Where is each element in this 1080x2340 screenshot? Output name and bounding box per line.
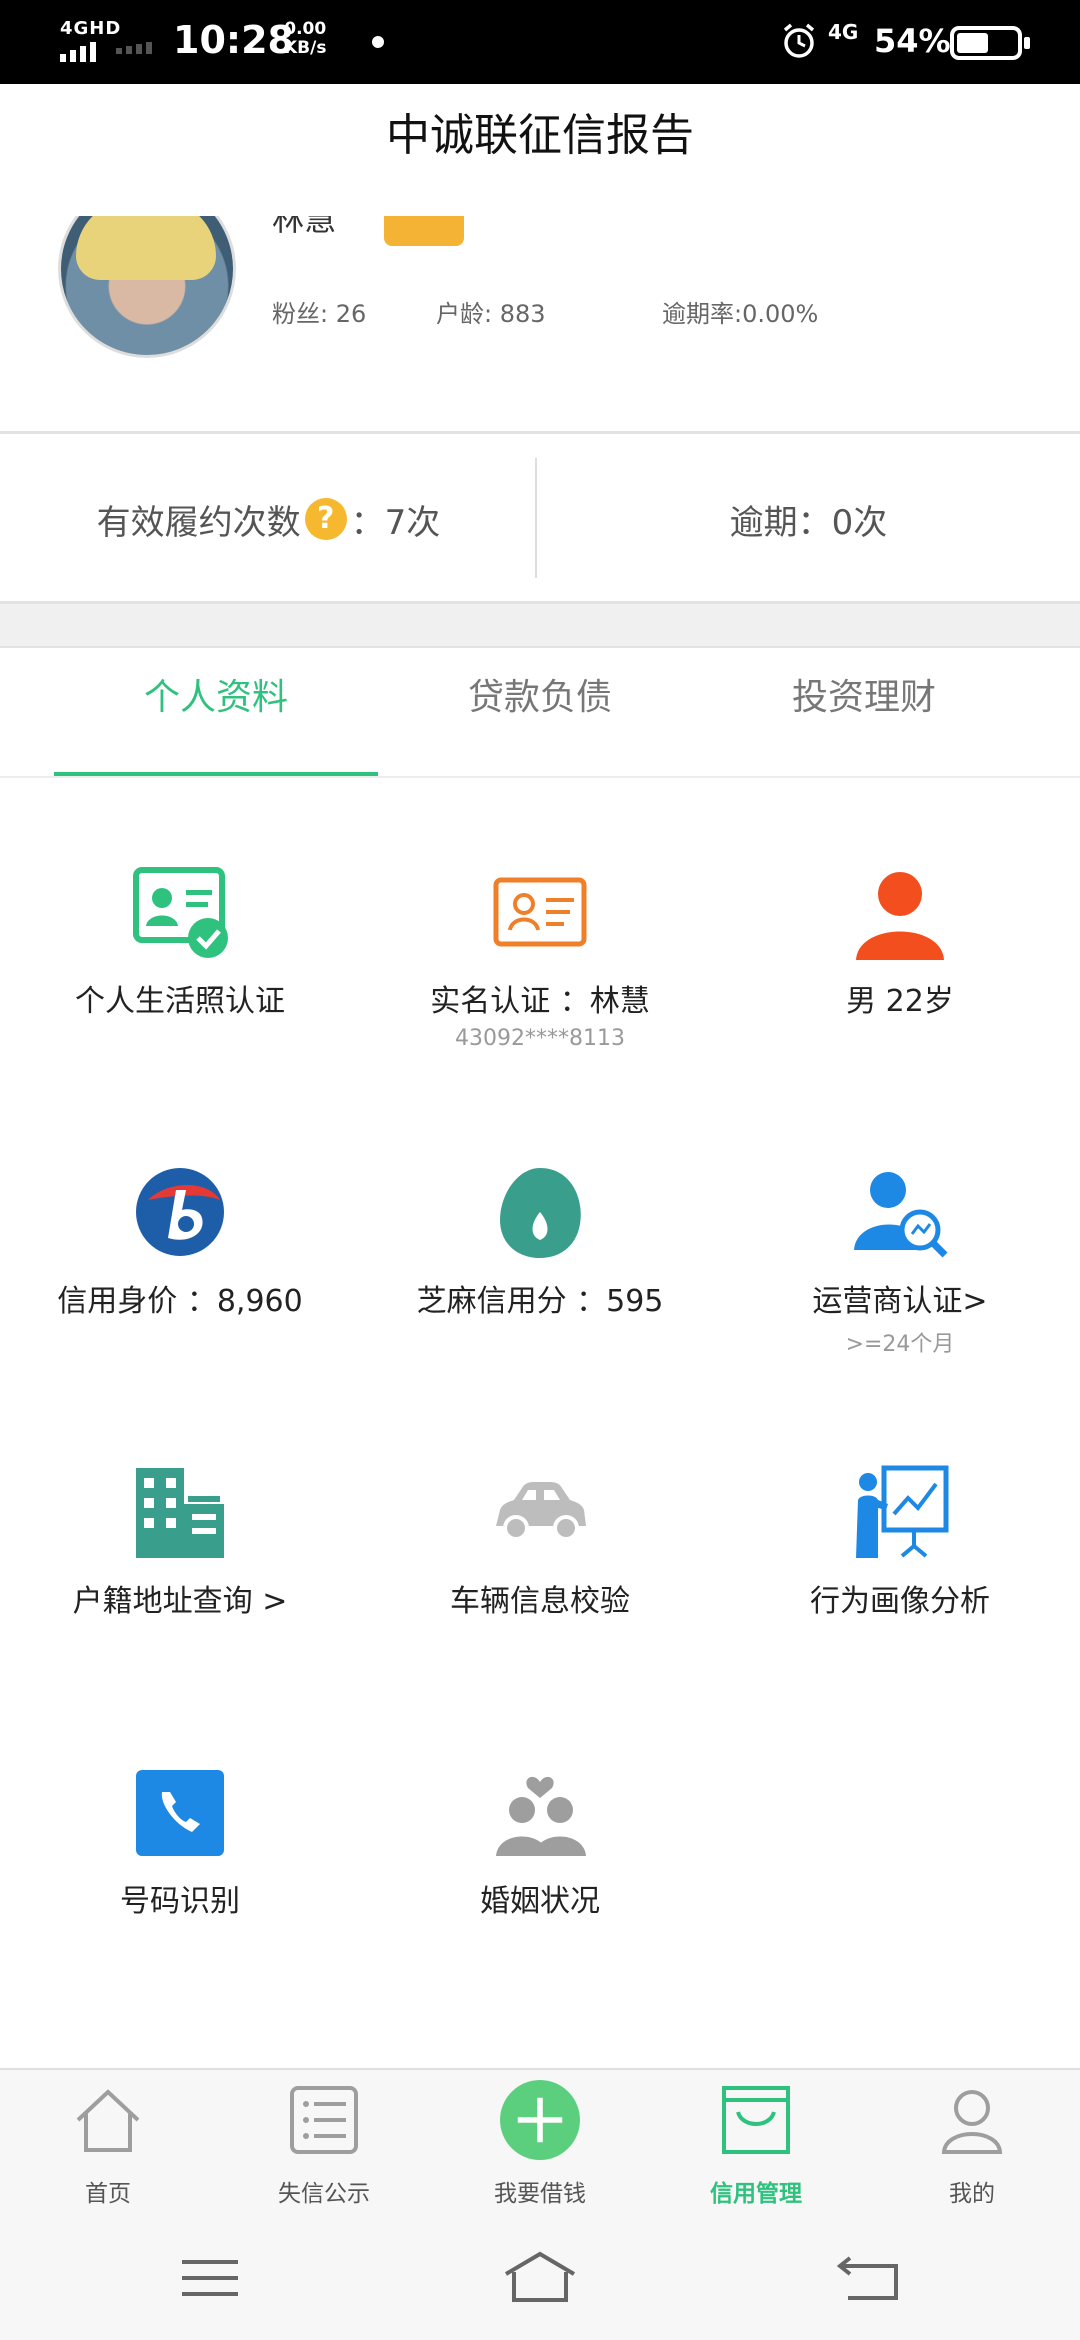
credit-value-logo-icon — [136, 1168, 224, 1256]
person-icon — [856, 872, 944, 960]
grid-item-sesame-score[interactable]: 芝麻信用分 ：595 — [360, 1080, 720, 1380]
user-icon — [941, 2090, 1003, 2154]
grid-label: 号码识别 — [120, 1884, 240, 1919]
network-type: 4GHD — [60, 18, 122, 39]
grid-label: 车辆信息校验 — [450, 1584, 630, 1619]
nav-label: 我的 — [949, 2181, 995, 2207]
level-badge — [384, 216, 464, 246]
user-name: 林慧 — [272, 216, 337, 238]
nav-label: 信用管理 — [710, 2181, 802, 2207]
grid-label: 信用身价 ：8,960 — [57, 1284, 303, 1319]
couple-icon — [496, 1776, 586, 1856]
nav-label: 首页 — [85, 2181, 131, 2207]
list-icon — [290, 2086, 358, 2154]
phone-book-icon — [136, 1770, 224, 1856]
sesame-logo-icon — [500, 1168, 581, 1258]
grid-sublabel: >=24个月 — [845, 1332, 955, 1357]
car-icon — [496, 1482, 586, 1541]
overdue-rate: 逾期率:0.00% — [662, 300, 819, 328]
nav-label: 我要借钱 — [494, 2181, 586, 2207]
summary-row: 有效履约次数 ? ：7次 逾期：0次 — [0, 434, 1080, 604]
network-4g: 4G — [828, 20, 859, 44]
operator-search-icon — [854, 1172, 948, 1258]
nav-mine[interactable]: 我的 — [864, 2070, 1080, 2220]
app-screen: 4GHD 10:28 0.00 KB/s 4G 54% 中诚联征信报告 林慧 粉… — [0, 0, 1080, 2340]
bottom-nav: 首页 失信公示 我要借钱 信用管理 我的 — [0, 2068, 1080, 2218]
back-icon[interactable] — [830, 2248, 910, 2308]
grid-item-operator-auth[interactable]: 运营商认证> >=24个月 — [720, 1080, 1080, 1380]
speed-value: 0.00 — [284, 19, 327, 39]
presentation-icon — [856, 1465, 949, 1558]
grid-label: 行为画像分析 — [810, 1584, 990, 1619]
battery-icon — [950, 26, 1030, 60]
tab-loan-debt[interactable]: 贷款负债 — [378, 648, 702, 778]
section-gap — [0, 604, 1080, 648]
nav-dishonesty-list[interactable]: 失信公示 — [216, 2070, 432, 2220]
tab-bar: 个人资料 贷款负债 投资理财 — [0, 648, 1080, 778]
grid-label: 个人生活照认证 — [75, 984, 285, 1019]
id-card-icon — [493, 877, 587, 947]
speed-unit: KB/s — [284, 38, 327, 58]
overdue-count: 逾期：0次 — [729, 502, 888, 543]
building-icon — [136, 1468, 224, 1558]
fulfill-count: 有效履约次数 ? ：7次 — [0, 434, 537, 604]
title-bar: 中诚联征信报告 — [0, 84, 1080, 216]
bag-icon — [722, 2086, 790, 2154]
battery-percent: 54% — [874, 22, 951, 60]
fulfill-label: 有效履约次数 — [96, 502, 301, 543]
nav-home[interactable]: 首页 — [0, 2070, 216, 2220]
nav-credit-management[interactable]: 信用管理 — [648, 2070, 864, 2220]
grid-label: 芝麻信用分 ：595 — [416, 1284, 664, 1319]
grid-label: 运营商认证> — [812, 1284, 988, 1319]
signal2-icon — [116, 42, 152, 54]
grid-label: 男 22岁 — [846, 984, 954, 1019]
grid-label: 婚姻状况 — [480, 1884, 600, 1919]
tab-indicator — [54, 772, 378, 776]
status-bar: 4GHD 10:28 0.00 KB/s 4G 54% — [0, 0, 1080, 84]
id-card-check-icon — [133, 867, 228, 958]
grid-item-gender-age[interactable]: 男 22岁 — [720, 780, 1080, 1080]
grid-item-real-name[interactable]: 实名认证 ：林慧 43092****8113 — [360, 780, 720, 1080]
menu-icon[interactable] — [170, 2248, 250, 2308]
notification-dot-icon — [372, 36, 384, 48]
tab-investment[interactable]: 投资理财 — [702, 648, 1026, 778]
help-icon[interactable]: ? — [304, 498, 347, 540]
grid-item-life-photo[interactable]: 个人生活照认证 — [0, 780, 360, 1080]
profile-card: 林慧 粉丝: 26 户龄: 883 逾期率:0.00% — [0, 216, 1080, 434]
nav-borrow[interactable]: 我要借钱 — [432, 2070, 648, 2220]
alarm-icon — [783, 23, 815, 58]
page-title: 中诚联征信报告 — [386, 110, 694, 161]
grid-label: 实名认证 ：林慧 — [430, 984, 650, 1019]
grid-item-number-id[interactable]: 号码识别 — [0, 1680, 360, 1980]
fulfill-value: ：7次 — [350, 502, 441, 543]
info-grid: 个人生活照认证 实名认证 ：林慧 43092****8113 男 22岁 信用身… — [0, 780, 1080, 2070]
account-age: 户龄: 883 — [436, 300, 546, 328]
home-icon — [76, 2089, 140, 2152]
avatar[interactable] — [58, 216, 236, 358]
clock: 10:28 — [173, 18, 294, 62]
home-button-icon[interactable] — [500, 2248, 580, 2308]
grid-item-credit-value[interactable]: 信用身价 ：8,960 — [0, 1080, 360, 1380]
grid-label: 户籍地址查询 > — [72, 1584, 288, 1619]
grid-item-address-query[interactable]: 户籍地址查询 > — [0, 1380, 360, 1680]
grid-item-marital-status[interactable]: 婚姻状况 — [360, 1680, 720, 1980]
signal-icon — [60, 42, 96, 62]
network-speed: 0.00 KB/s — [284, 20, 326, 58]
tab-personal-info[interactable]: 个人资料 — [54, 648, 378, 778]
system-nav-bar — [0, 2218, 1080, 2340]
grid-item-behavior-analysis[interactable]: 行为画像分析 — [720, 1380, 1080, 1680]
plus-circle-icon — [500, 2080, 580, 2160]
grid-sublabel: 43092****8113 — [455, 1026, 625, 1051]
fans-count: 粉丝: 26 — [272, 300, 367, 328]
grid-item-vehicle-check[interactable]: 车辆信息校验 — [360, 1380, 720, 1680]
nav-label: 失信公示 — [278, 2181, 370, 2207]
